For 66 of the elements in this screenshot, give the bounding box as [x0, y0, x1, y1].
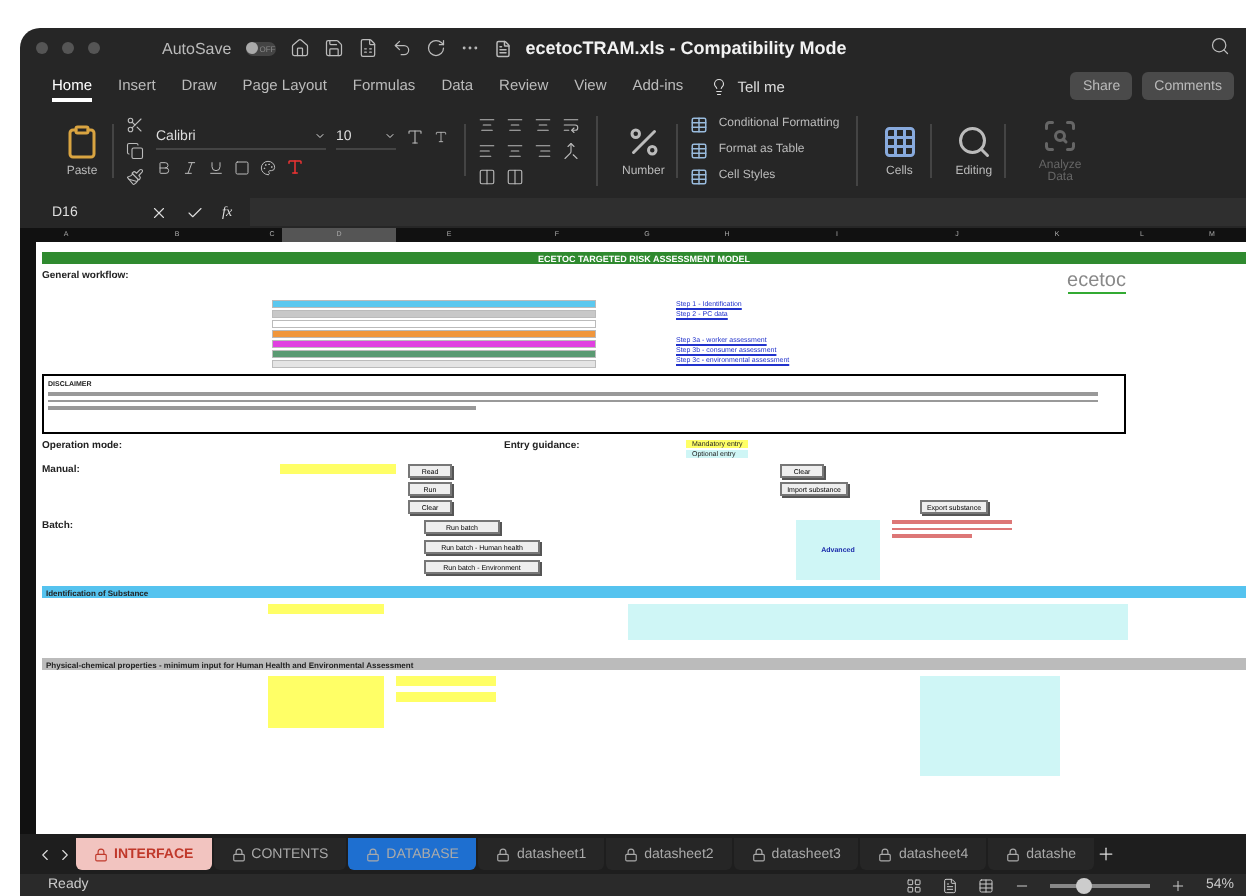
lock-icon — [751, 847, 766, 861]
page-break-icon[interactable] — [977, 877, 994, 893]
home-icon[interactable] — [289, 38, 310, 58]
page-layout-icon[interactable] — [941, 877, 958, 893]
analyze-icon[interactable] — [1042, 117, 1079, 153]
search-icon[interactable] — [1210, 36, 1230, 56]
scissors-icon[interactable] — [126, 115, 144, 133]
file-icon — [493, 39, 512, 57]
copy-icon[interactable] — [126, 141, 144, 159]
percent-icon[interactable] — [625, 123, 662, 159]
bold-icon[interactable] — [156, 159, 172, 175]
align-right-icon[interactable] — [534, 141, 552, 159]
redo-icon[interactable] — [425, 38, 446, 58]
enter-icon[interactable] — [186, 203, 204, 221]
previous-sheet-icon[interactable] — [36, 845, 54, 863]
lock-icon — [366, 847, 381, 861]
search-icon[interactable] — [955, 123, 992, 159]
lock-icon — [496, 847, 511, 861]
undo-icon[interactable] — [391, 38, 412, 58]
chevron-down-icon[interactable] — [384, 130, 396, 142]
document-icon[interactable] — [357, 38, 378, 58]
align-center-icon[interactable] — [506, 141, 524, 159]
border-icon[interactable] — [234, 159, 250, 175]
next-sheet-icon[interactable] — [56, 845, 74, 863]
logo: ecetoc — [1067, 270, 1126, 294]
italic-icon[interactable] — [182, 159, 198, 175]
chevron-down-icon[interactable] — [314, 130, 326, 142]
style-icon — [690, 167, 709, 185]
zoom-slider-thumb[interactable] — [1076, 877, 1093, 893]
lock-icon — [94, 847, 108, 861]
cancel-icon[interactable] — [150, 203, 168, 221]
shrink-font-icon[interactable] — [434, 130, 448, 144]
merge-icon[interactable] — [562, 141, 580, 159]
input-field[interactable] — [628, 604, 1128, 640]
input-field[interactable] — [268, 604, 384, 614]
autosave-label: AutoSave — [162, 39, 232, 57]
input-field[interactable] — [280, 464, 396, 474]
save-icon[interactable] — [323, 38, 344, 58]
style-icon — [690, 115, 709, 133]
brush-icon[interactable] — [126, 167, 144, 185]
input-field[interactable] — [268, 676, 384, 728]
lock-icon — [231, 847, 246, 861]
lock-icon — [878, 847, 893, 861]
align-middle-icon[interactable] — [506, 115, 524, 133]
fill-color-icon[interactable] — [260, 159, 276, 175]
font-color-icon[interactable] — [286, 158, 304, 176]
align-bottom-icon[interactable] — [534, 115, 552, 133]
window-title: ecetocTRAM.xls - Compatibility Mode — [525, 38, 847, 58]
lightbulb-icon[interactable] — [709, 77, 728, 95]
formula-field[interactable] — [250, 198, 1246, 226]
cells-icon[interactable] — [881, 123, 918, 159]
lock-icon — [1006, 847, 1021, 861]
align-left-icon[interactable] — [478, 141, 496, 159]
underline-icon[interactable] — [208, 159, 224, 175]
zoom-in-icon[interactable] — [1169, 877, 1186, 893]
lock-icon — [624, 847, 639, 861]
align-top-icon[interactable] — [478, 115, 496, 133]
input-field[interactable] — [920, 676, 1060, 776]
style-icon — [690, 141, 709, 159]
input-field[interactable] — [396, 676, 496, 686]
grow-font-icon[interactable] — [406, 128, 424, 146]
add-sheet-icon[interactable] — [1096, 844, 1117, 864]
normal-view-icon[interactable] — [905, 877, 922, 893]
paste-icon[interactable] — [64, 123, 100, 159]
wrap-icon[interactable] — [562, 115, 580, 133]
input-field[interactable] — [396, 692, 496, 702]
